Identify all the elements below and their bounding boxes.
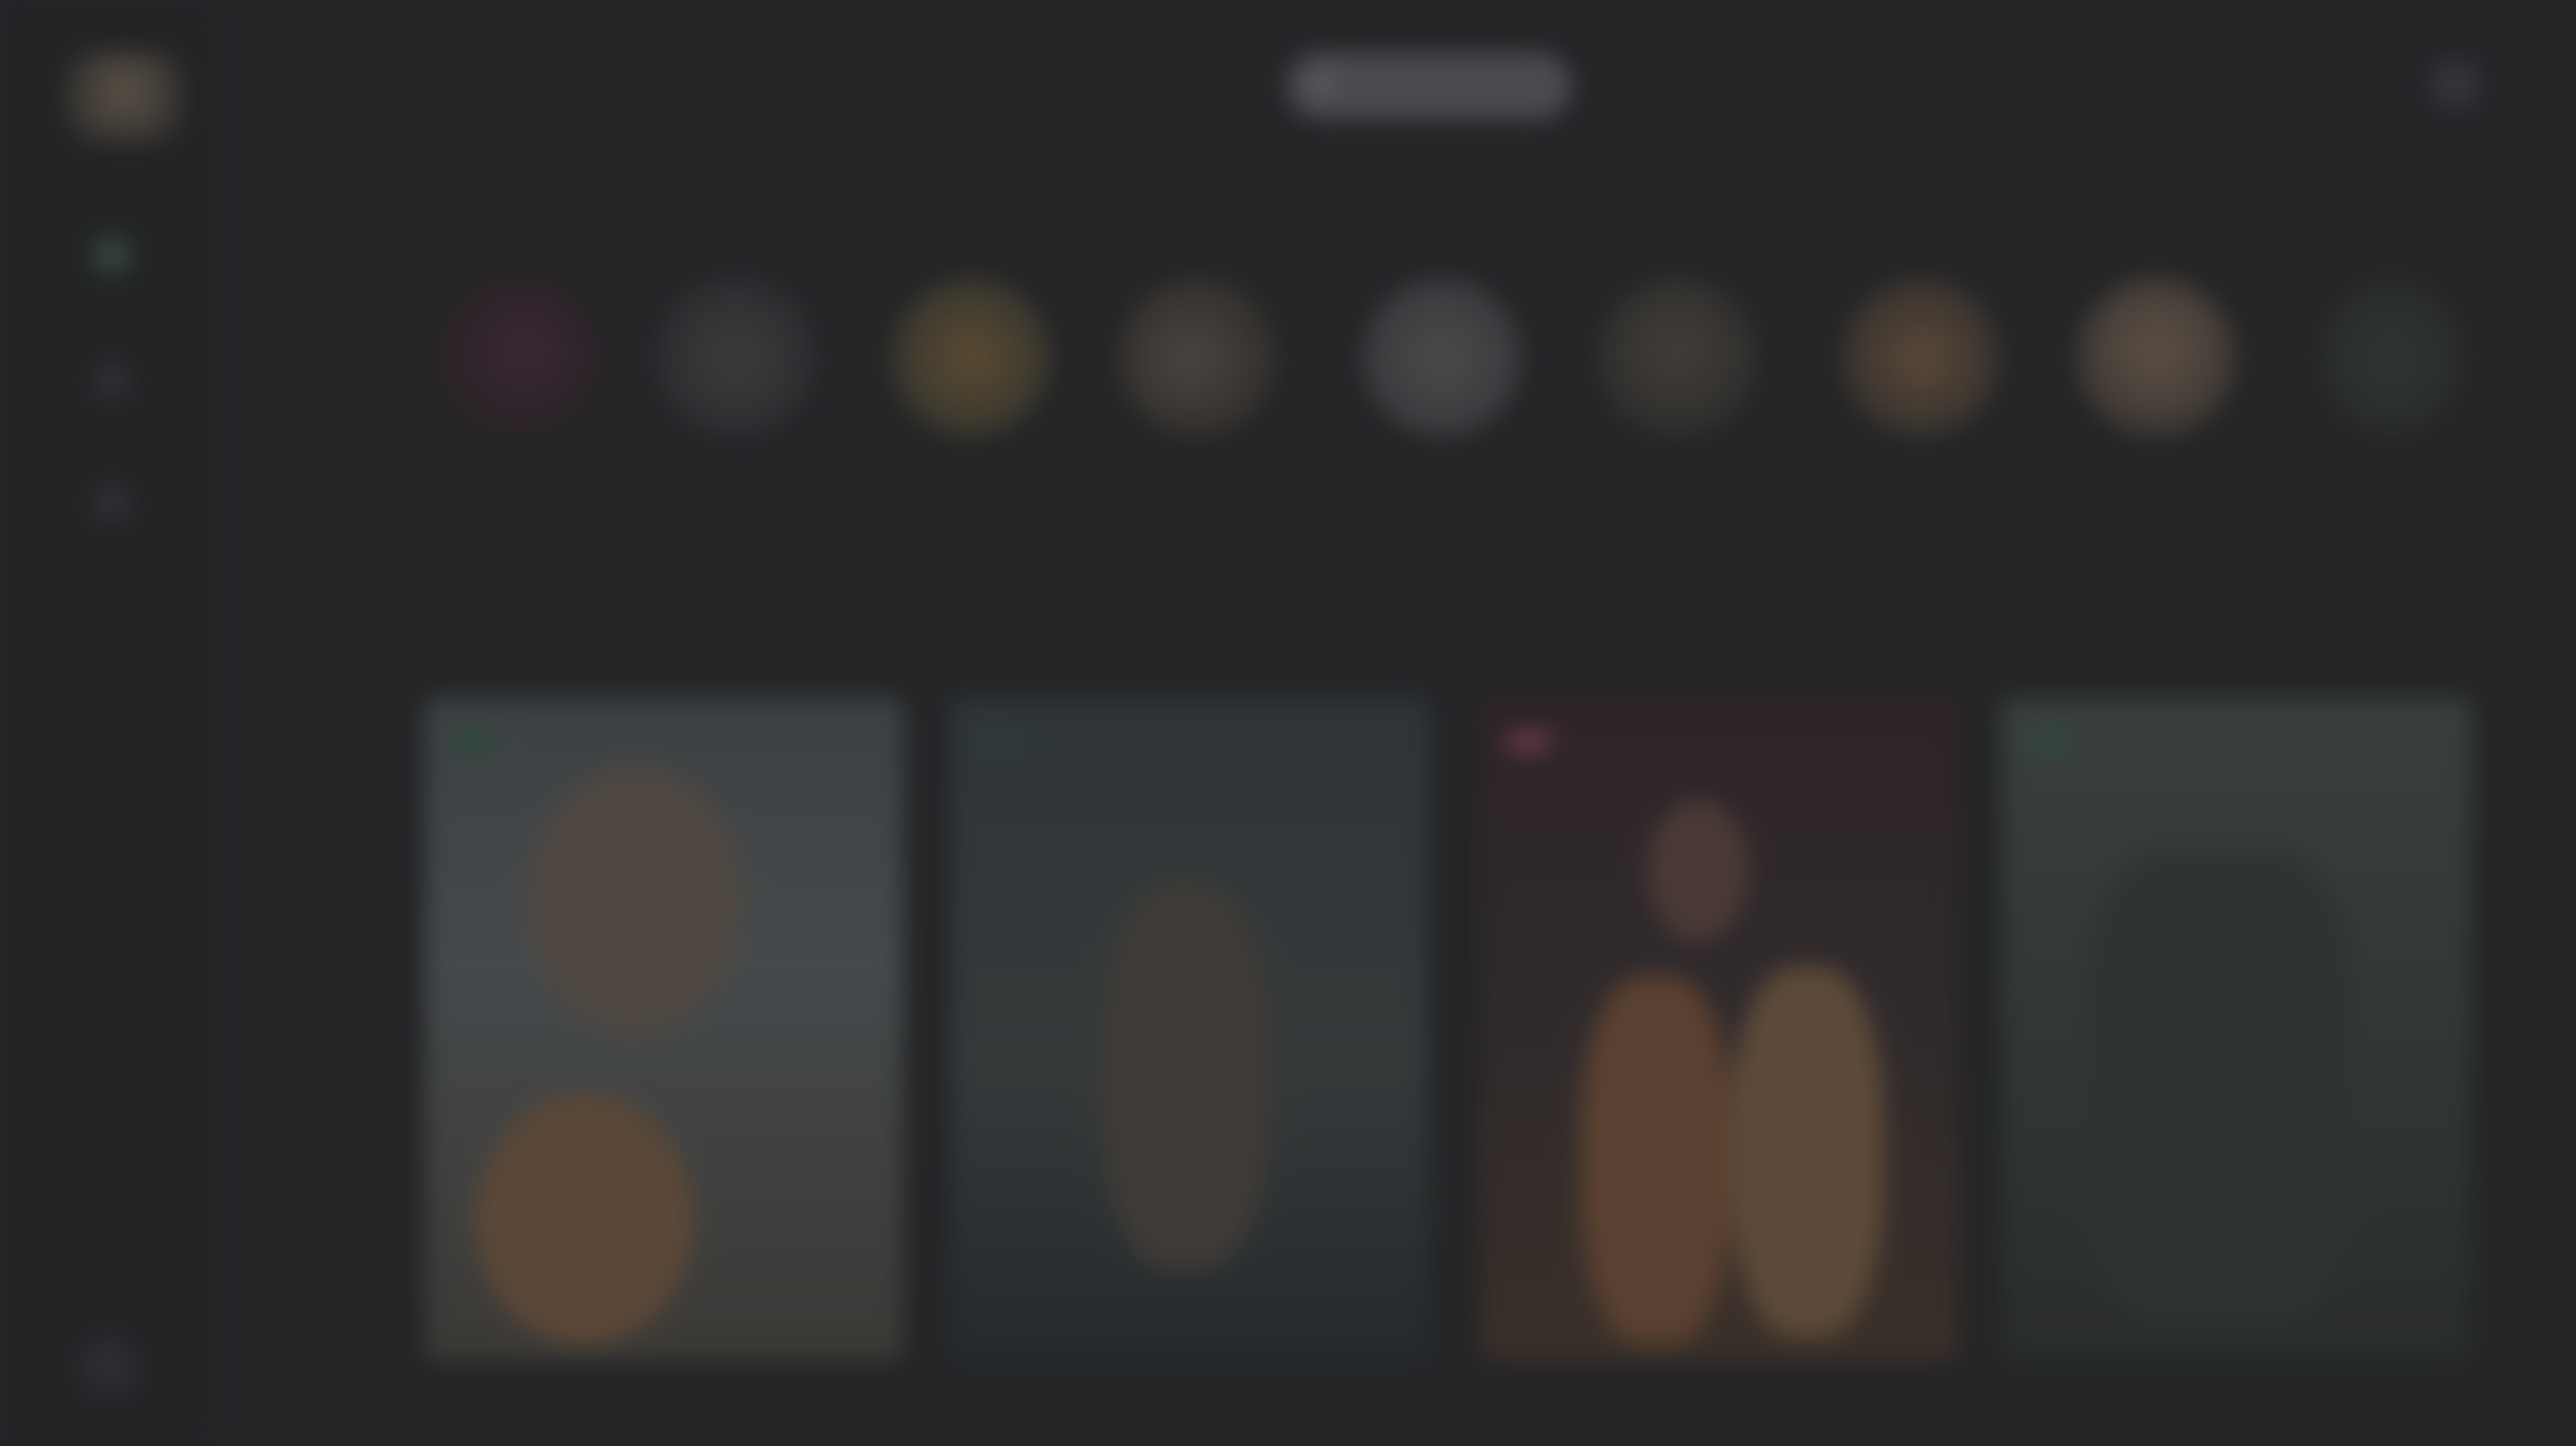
app-logo[interactable] xyxy=(66,50,183,143)
category-circle[interactable] xyxy=(1118,277,1278,437)
settings-icon[interactable] xyxy=(80,1337,139,1396)
category-circle[interactable] xyxy=(1597,277,1757,437)
content-card[interactable] xyxy=(950,698,1429,1362)
sidebar xyxy=(0,0,210,1446)
sidebar-item-home[interactable] xyxy=(92,235,131,274)
card-artwork xyxy=(1101,883,1270,1269)
card-artwork xyxy=(525,765,744,1034)
card-artwork xyxy=(1581,975,1732,1345)
content-card[interactable] xyxy=(1480,698,1959,1362)
card-artwork xyxy=(2085,849,2354,1320)
content-card[interactable] xyxy=(425,698,904,1362)
app-window: ⚲ xyxy=(0,0,2576,1446)
card-badge xyxy=(1505,731,1552,752)
category-circle[interactable] xyxy=(1362,277,1522,437)
account-icon[interactable] xyxy=(2430,59,2480,109)
sidebar-item-profile[interactable] xyxy=(92,483,131,522)
card-badge xyxy=(975,731,1022,752)
category-circle[interactable] xyxy=(1841,277,2001,437)
content-card[interactable] xyxy=(2001,698,2472,1362)
card-artwork xyxy=(475,1093,694,1345)
card-badge xyxy=(2026,731,2073,752)
category-circle[interactable] xyxy=(656,277,816,437)
sidebar-item-browse[interactable] xyxy=(92,362,131,400)
search-icon: ⚲ xyxy=(1312,70,1333,102)
card-artwork xyxy=(1648,799,1749,942)
category-circle[interactable] xyxy=(2320,277,2463,437)
search-bar[interactable]: ⚲ xyxy=(1286,52,1572,119)
category-circle[interactable] xyxy=(437,277,597,437)
card-artwork xyxy=(1732,967,1883,1337)
category-circle[interactable] xyxy=(891,277,1051,437)
category-circle[interactable] xyxy=(2077,277,2236,437)
card-badge xyxy=(450,731,497,752)
